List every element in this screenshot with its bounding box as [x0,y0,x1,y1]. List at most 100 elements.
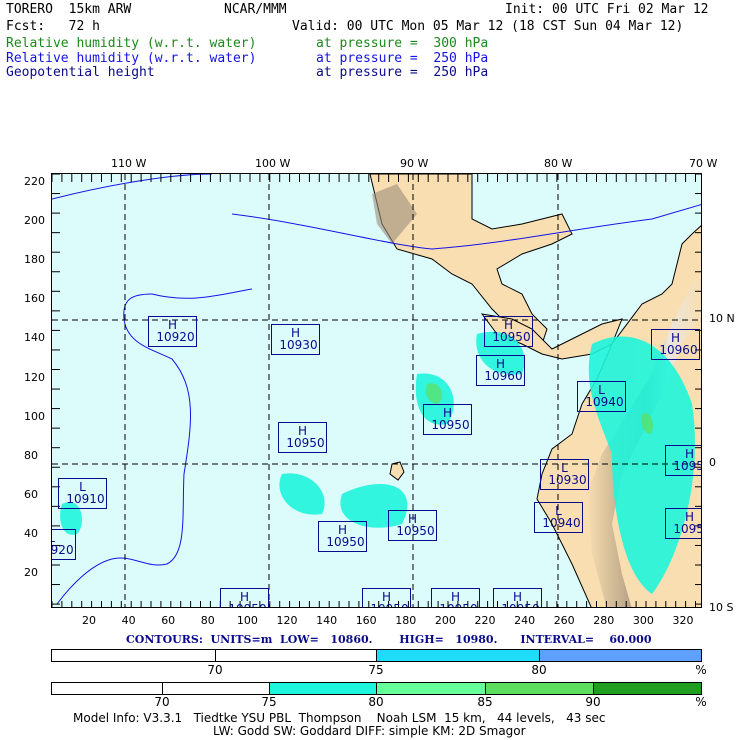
pressure-center-box: H10950 [431,588,480,607]
model-info-line1: Model Info: V3.3.1 Tiedtke YSU PBL Thomp… [73,711,606,725]
pressure-center-box: L10920 [51,529,76,560]
center-value: 10950 [221,603,268,607]
center-value: 10930 [548,473,587,487]
colorbar-segment [486,683,594,694]
x-tick-label: 180 [395,614,417,627]
pressure-center-box: H 10960 [651,329,700,360]
center-value: 10960 [659,343,698,357]
field-rh300-level: at pressure = 300 hPa [316,36,489,51]
x-tick-label: 240 [514,614,536,627]
center-value: 10910 [66,492,105,506]
x-tick-label: 20 [82,614,96,627]
pressure-center-box: H10950 [423,404,472,435]
center-value: 10950 [492,330,531,344]
pressure-center-box: H 10930 [271,324,320,355]
pressure-center-box: H10950 [665,445,701,476]
pressure-center-box: L 10940 [534,502,583,533]
model-title: TORERO 15km ARW [6,2,132,17]
colorbar-segment [377,683,486,694]
pressure-center-box: H10950 [318,521,367,552]
x-tick-label: 280 [593,614,615,627]
pressure-center-box: H10950 [220,588,269,607]
y-tick-label: 180 [24,253,45,267]
field-rh250-level: at pressure = 250 hPa [316,51,489,66]
field-rh300-name: Relative humidity (w.r.t. water) [6,36,257,51]
colorbar-segment [163,683,270,694]
colorbar-segment [52,650,216,661]
lon-label: 110 W [111,157,147,170]
y-tick-label: 100 [24,409,45,423]
colorbar-segment [377,650,540,661]
pressure-center-box: H10950 [388,510,437,541]
pressure-center-box: H 10960 [476,355,525,386]
y-tick-label: 140 [24,331,45,345]
x-tick-label: 80 [200,614,215,627]
center-value: 10920 [156,330,195,344]
colorbar-segment [594,683,701,694]
x-tick-label: 40 [121,614,136,627]
colorbar-segment [270,683,377,694]
colorbar-label: 75 [261,695,277,709]
colorbar-segment [216,650,377,661]
x-tick-label: 140 [316,614,338,627]
x-tick-label: 100 [236,614,258,627]
galapagos-land [389,461,405,481]
colorbar-label: 70 [207,663,223,677]
lat-label: 10 S [709,601,734,614]
pressure-center-box: H10950 [362,588,411,607]
field-z250-name: Geopotential height [6,65,155,80]
y-tick-label: 160 [24,292,45,306]
colorbar-segment [52,683,163,694]
field-z250-level: at pressure = 250 hPa [316,65,489,80]
lon-label: 70 W [689,157,718,170]
colorbar-label: 70 [154,695,170,709]
y-tick-label: 120 [24,370,45,384]
y-tick-label: 40 [24,526,38,540]
map-plot: H10920H10930H10950L10910L10920H10950H109… [51,173,702,608]
pressure-center-box: L 10930 [540,459,589,490]
init-time: Init: 00 UTC Fri 02 Mar 12 [505,2,709,17]
colorbar-segment [540,650,701,661]
field-rh250-name: Relative humidity (w.r.t. water) [6,51,257,66]
valid-time: Valid: 00 UTC Mon 05 Mar 12 (18 CST Sun … [292,19,684,34]
x-tick-label: 120 [276,614,298,627]
pressure-center-box: H10950 [278,422,327,453]
center-value: 10920 [51,543,74,557]
colorbar-label: 85 [477,695,493,709]
y-tick-label: 20 [24,566,38,579]
center-value: 10960 [484,369,523,383]
model-info-line2: LW: Godd SW: Goddard DIFF: simple KM: 2D… [213,724,526,738]
x-tick-label: 220 [474,614,496,627]
pressure-center-box: L 10940 [577,381,626,412]
colorbar-rh300 [51,682,702,695]
forecast-hour: Fcst: 72 h [6,19,100,34]
x-tick-label: 160 [355,614,377,627]
lon-label: 80 W [544,157,573,170]
colorbar-label: 75 [368,663,384,677]
pressure-center-box: H10950 [484,316,533,347]
lat-label: 10 N [709,312,735,325]
colorbar-label: 90 [585,695,601,709]
y-tick-label: 220 [24,175,45,188]
colorbar-unit: % [695,663,707,677]
colorbar-rh250 [51,649,702,662]
center-value: 10950 [494,603,541,607]
x-tick-label: 200 [434,614,456,627]
center-value: 10940 [585,395,624,409]
x-tick-label: 320 [672,614,694,627]
colorbar-label: 80 [368,695,384,709]
pressure-center-box: H10950 [493,588,542,607]
x-tick-label: 60 [161,614,176,627]
center-value: 10950 [363,603,410,607]
center-value: 10950 [396,524,435,538]
center-value: 10940 [542,516,581,530]
center-value: 10930 [279,338,318,352]
lon-label: 100 W [255,157,291,170]
colorbar-unit: % [695,695,707,709]
pressure-center-box: H10950 [665,508,701,539]
center-value: 10950 [673,459,701,473]
center-value: 10950 [326,535,365,549]
x-tick-label: 300 [632,614,654,627]
lat-label: 0 [709,456,716,469]
y-tick-label: 60 [24,487,38,501]
